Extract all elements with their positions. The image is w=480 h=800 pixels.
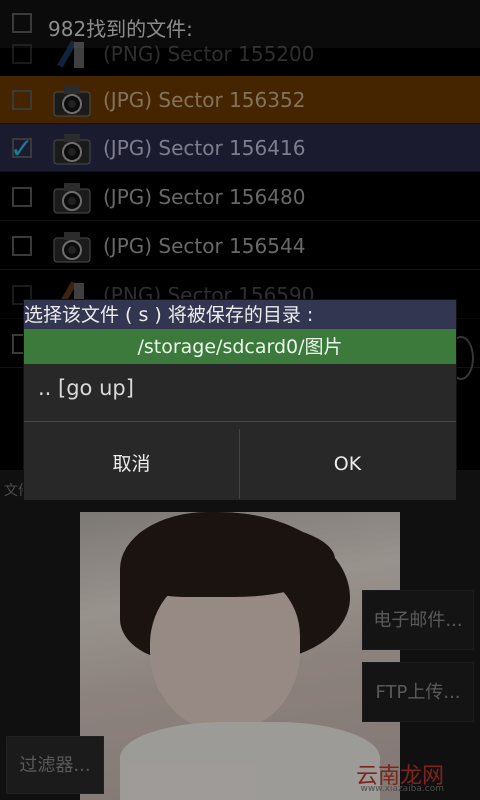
save-directory-dialog: 选择该文件 ( s ) 将被保存的目录 : /storage/sdcard0/图… — [24, 300, 456, 500]
current-path: /storage/sdcard0/图片 — [24, 329, 456, 364]
dialog-title: 选择该文件 ( s ) 将被保存的目录 : — [24, 304, 314, 326]
go-up-item[interactable]: .. [go up] — [38, 376, 134, 400]
dialog-title-bar: 选择该文件 ( s ) 将被保存的目录 : — [24, 300, 456, 329]
cancel-button[interactable]: 取消 — [24, 429, 240, 499]
ok-button[interactable]: OK — [240, 429, 455, 499]
directory-list: .. [go up] — [24, 364, 456, 422]
